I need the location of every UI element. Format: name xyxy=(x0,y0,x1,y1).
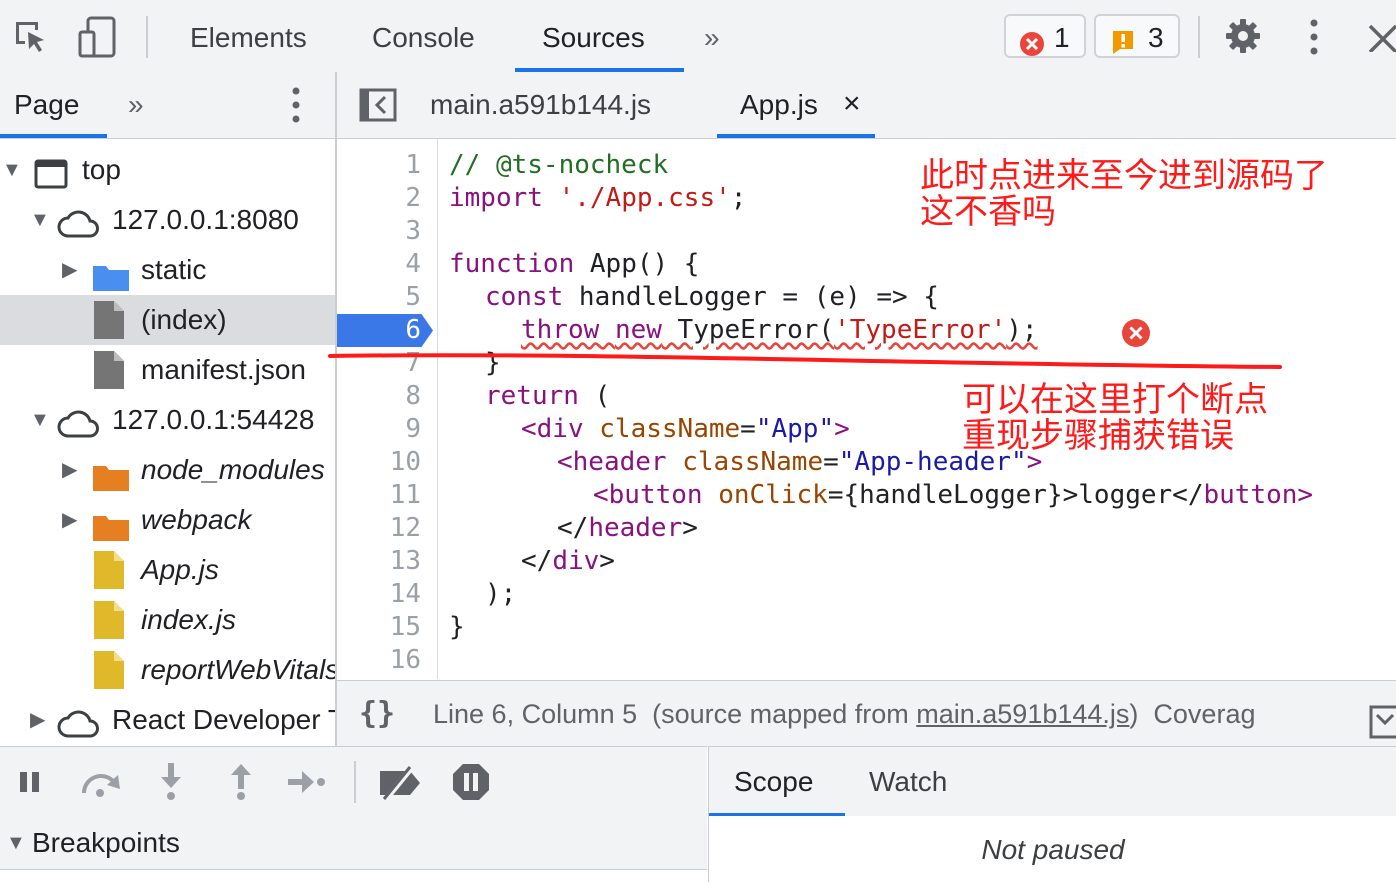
annotation-bottom: 可以在这里打个断点 重现步骤捕获错误 xyxy=(962,380,1268,456)
annotation-top: 此时点进来至今进到源码了 这不香吗 xyxy=(920,156,1328,232)
